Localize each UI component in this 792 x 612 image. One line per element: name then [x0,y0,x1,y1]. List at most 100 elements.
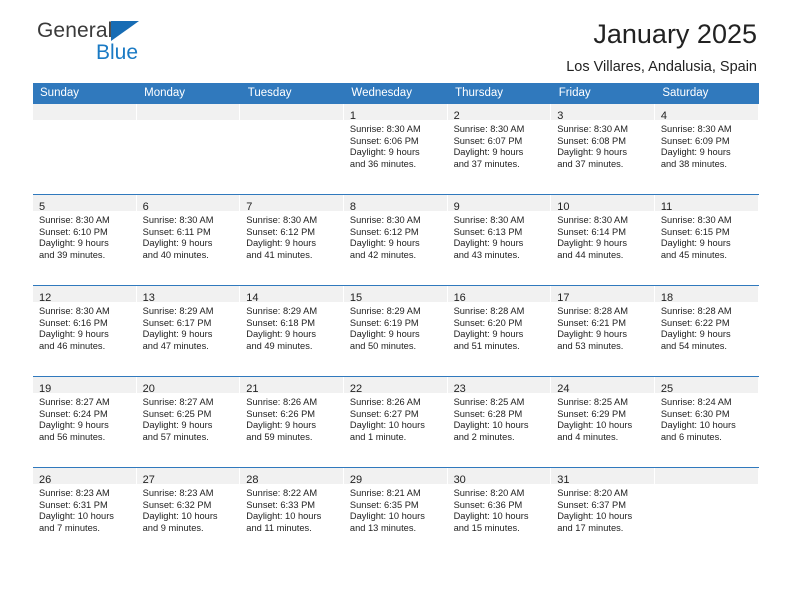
weekday-header-sunday: Sunday [33,83,138,104]
calendar-day-cell[interactable]: 12 Sunrise: 8:30 AM Sunset: 6:16 PM Dayligh… [33,285,137,377]
day-detail-line: Sunrise: 8:29 AM [349,306,421,316]
day-detail-line: Sunrise: 8:27 AM [142,397,214,407]
calendar-day-cell[interactable]: 26 Sunrise: 8:23 AM Sunset: 6:31 PM Dayligh… [33,467,137,558]
day-detail-line: Sunrise: 8:29 AM [246,306,318,316]
weekday-header-row: Sunday Monday Tuesday Wednesday Thursday Frid… [33,83,759,104]
day-number: 27 [142,474,155,486]
day-detail-line: and 53 minutes. [557,340,624,351]
calendar-day-cell[interactable]: 1 Sunrise: 8:30 AM Sunset: 6:06 PM Daylight… [343,103,448,195]
calendar-day-cell[interactable]: 14 Sunrise: 8:29 AM Sunset: 6:18 PM Dayligh… [240,285,344,377]
day-cell-details: Sunrise: 8:20 AM Sunset: 6:36 PM Daylight:… [448,484,552,534]
calendar-day-cell[interactable]: 6 Sunrise: 8:30 AM Sunset: 6:11 PM Daylight… [136,194,241,286]
logo-triangle-icon [111,21,140,41]
day-cell-details: Sunrise: 8:25 AM Sunset: 6:28 PM Daylight:… [448,393,552,443]
calendar-day-cell[interactable]: 11 Sunrise: 8:30 AM Sunset: 6:15 PM Dayligh… [654,194,759,286]
calendar-page: General Blue January 2025 Los Villares, … [0,0,792,612]
day-detail-line: Daylight: 10 hours [557,511,633,522]
day-detail-line: and 36 minutes. [349,158,417,169]
calendar-day-cell[interactable]: 24 Sunrise: 8:25 AM Sunset: 6:29 PM Dayligh… [551,376,655,468]
day-detail-line: and 47 minutes. [142,340,209,351]
calendar-day-cell[interactable]: 9 Sunrise: 8:30 AM Sunset: 6:13 PM Daylight… [447,194,552,286]
calendar-day-cell[interactable]: 23 Sunrise: 8:25 AM Sunset: 6:28 PM Dayligh… [447,376,552,468]
day-number: 18 [660,292,674,304]
calendar-day-cell[interactable]: 19 Sunrise: 8:27 AM Sunset: 6:24 PM Dayligh… [33,376,137,468]
day-cell-details: Sunrise: 8:30 AM Sunset: 6:13 PM Daylight:… [448,211,552,261]
day-number: 14 [246,292,259,304]
day-detail-line: and 44 minutes. [557,249,624,260]
calendar-day-cell[interactable]: 13 Sunrise: 8:29 AM Sunset: 6:17 PM Dayligh… [136,285,241,377]
day-cell-details [655,484,759,488]
weekday-label: Monday [144,87,186,99]
day-cell-details: Sunrise: 8:21 AM Sunset: 6:35 PM Daylight:… [344,484,448,534]
day-detail-line: Daylight: 10 hours [142,511,218,522]
calendar-day-cell[interactable]: 30 Sunrise: 8:20 AM Sunset: 6:36 PM Dayligh… [447,467,552,558]
day-cell-inner: 9 Sunrise: 8:30 AM Sunset: 6:13 PM Daylight… [447,195,552,285]
calendar-day-cell[interactable]: 18 Sunrise: 8:28 AM Sunset: 6:22 PM Dayligh… [654,285,759,377]
day-detail-line: Daylight: 9 hours [142,420,213,431]
general-blue-logo[interactable]: General Blue [37,20,217,76]
calendar-day-cell[interactable]: 15 Sunrise: 8:29 AM Sunset: 6:19 PM Dayligh… [343,285,448,377]
day-cell-details: Sunrise: 8:30 AM Sunset: 6:09 PM Daylight:… [655,120,759,170]
day-number-bar: 25 [654,377,759,395]
day-detail-line: Sunset: 6:12 PM [349,226,419,237]
calendar-day-cell[interactable]: 22 Sunrise: 8:26 AM Sunset: 6:27 PM Dayligh… [343,376,448,468]
calendar-day-cell[interactable]: 4 Sunrise: 8:30 AM Sunset: 6:09 PM Daylight… [654,103,759,195]
day-detail-line: Daylight: 9 hours [246,420,317,431]
day-cell-inner: 17 Sunrise: 8:28 AM Sunset: 6:21 PM Dayligh… [551,286,655,376]
calendar-day-cell[interactable]: 5 Sunrise: 8:30 AM Sunset: 6:10 PM Daylight… [33,194,137,286]
calendar-day-cell[interactable]: 25 Sunrise: 8:24 AM Sunset: 6:30 PM Dayligh… [654,376,759,468]
calendar-day-cell[interactable]: 16 Sunrise: 8:28 AM Sunset: 6:20 PM Dayligh… [447,285,552,377]
day-cell-details: Sunrise: 8:30 AM Sunset: 6:08 PM Daylight:… [551,120,655,170]
day-number-bar: 10 [551,195,655,213]
day-number: 6 [142,201,149,213]
day-detail-line: Sunrise: 8:21 AM [349,488,421,498]
calendar-day-cell[interactable]: 7 Sunrise: 8:30 AM Sunset: 6:12 PM Daylight… [240,194,344,286]
day-detail-line: and 37 minutes. [453,158,520,169]
day-detail-line: and 37 minutes. [557,158,624,169]
day-detail-line: and 2 minutes. [453,431,515,442]
calendar-day-cell[interactable]: 31 Sunrise: 8:20 AM Sunset: 6:37 PM Dayligh… [551,467,655,558]
day-number: 9 [453,201,460,213]
calendar-day-cell[interactable]: 28 Sunrise: 8:22 AM Sunset: 6:33 PM Dayligh… [240,467,344,558]
calendar-day-cell[interactable]: 2 Sunrise: 8:30 AM Sunset: 6:07 PM Daylight… [447,103,552,195]
day-detail-line: Sunrise: 8:23 AM [39,488,110,498]
day-detail-line: Sunrise: 8:27 AM [39,397,110,407]
day-cell-details: Sunrise: 8:26 AM Sunset: 6:27 PM Daylight:… [344,393,448,443]
day-cell-details: Sunrise: 8:29 AM Sunset: 6:17 PM Daylight:… [137,302,241,352]
day-cell-details: Sunrise: 8:30 AM Sunset: 6:12 PM Daylight:… [240,211,344,261]
calendar-day-cell[interactable]: 8 Sunrise: 8:30 AM Sunset: 6:12 PM Daylight… [343,194,448,286]
day-detail-line: and 42 minutes. [349,249,417,260]
day-detail-line: Sunset: 6:21 PM [557,317,626,328]
calendar-day-cell[interactable]: 21 Sunrise: 8:26 AM Sunset: 6:26 PM Dayligh… [240,376,344,468]
day-cell-inner: 6 Sunrise: 8:30 AM Sunset: 6:11 PM Daylight… [136,195,241,285]
day-cell-details: Sunrise: 8:27 AM Sunset: 6:25 PM Daylight:… [137,393,241,443]
day-detail-line: Sunset: 6:12 PM [246,226,316,237]
day-number: 5 [39,201,46,213]
day-number-bar: 21 [240,377,344,395]
day-cell-inner: 8 Sunrise: 8:30 AM Sunset: 6:12 PM Daylight… [343,195,448,285]
calendar-day-cell[interactable]: 3 Sunrise: 8:30 AM Sunset: 6:08 PM Daylight… [551,103,655,195]
day-cell-details [33,120,137,124]
calendar-day-cell[interactable]: 17 Sunrise: 8:28 AM Sunset: 6:21 PM Dayligh… [551,285,655,377]
day-cell-inner: 30 Sunrise: 8:20 AM Sunset: 6:36 PM Dayligh… [447,468,552,558]
day-detail-line: Sunrise: 8:30 AM [39,306,110,316]
day-detail-line: Sunset: 6:17 PM [142,317,212,328]
day-cell-details: Sunrise: 8:20 AM Sunset: 6:37 PM Daylight:… [551,484,655,534]
day-cell-details: Sunrise: 8:25 AM Sunset: 6:29 PM Daylight:… [551,393,655,443]
day-number: 15 [349,292,363,304]
day-detail-line: and 17 minutes. [557,522,624,533]
day-cell-inner: 19 Sunrise: 8:27 AM Sunset: 6:24 PM Dayligh… [33,377,137,467]
day-number: 1 [349,110,357,122]
calendar-day-cell[interactable]: 29 Sunrise: 8:21 AM Sunset: 6:35 PM Dayligh… [343,467,448,558]
calendar-day-cell[interactable]: 27 Sunrise: 8:23 AM Sunset: 6:32 PM Dayligh… [136,467,241,558]
day-detail-line: Sunset: 6:36 PM [453,499,523,510]
day-number: 19 [39,383,52,395]
day-cell-details: Sunrise: 8:23 AM Sunset: 6:32 PM Daylight:… [137,484,241,534]
calendar-day-cell[interactable]: 20 Sunrise: 8:27 AM Sunset: 6:25 PM Dayligh… [136,376,241,468]
calendar-day-cell-empty [33,103,137,195]
day-cell-details: Sunrise: 8:30 AM Sunset: 6:12 PM Daylight:… [344,211,448,261]
weekday-header-tuesday: Tuesday [240,83,345,104]
day-detail-line: Sunrise: 8:30 AM [453,124,525,134]
day-detail-line: Sunset: 6:33 PM [246,499,316,510]
calendar-day-cell[interactable]: 10 Sunrise: 8:30 AM Sunset: 6:14 PM Dayligh… [551,194,655,286]
